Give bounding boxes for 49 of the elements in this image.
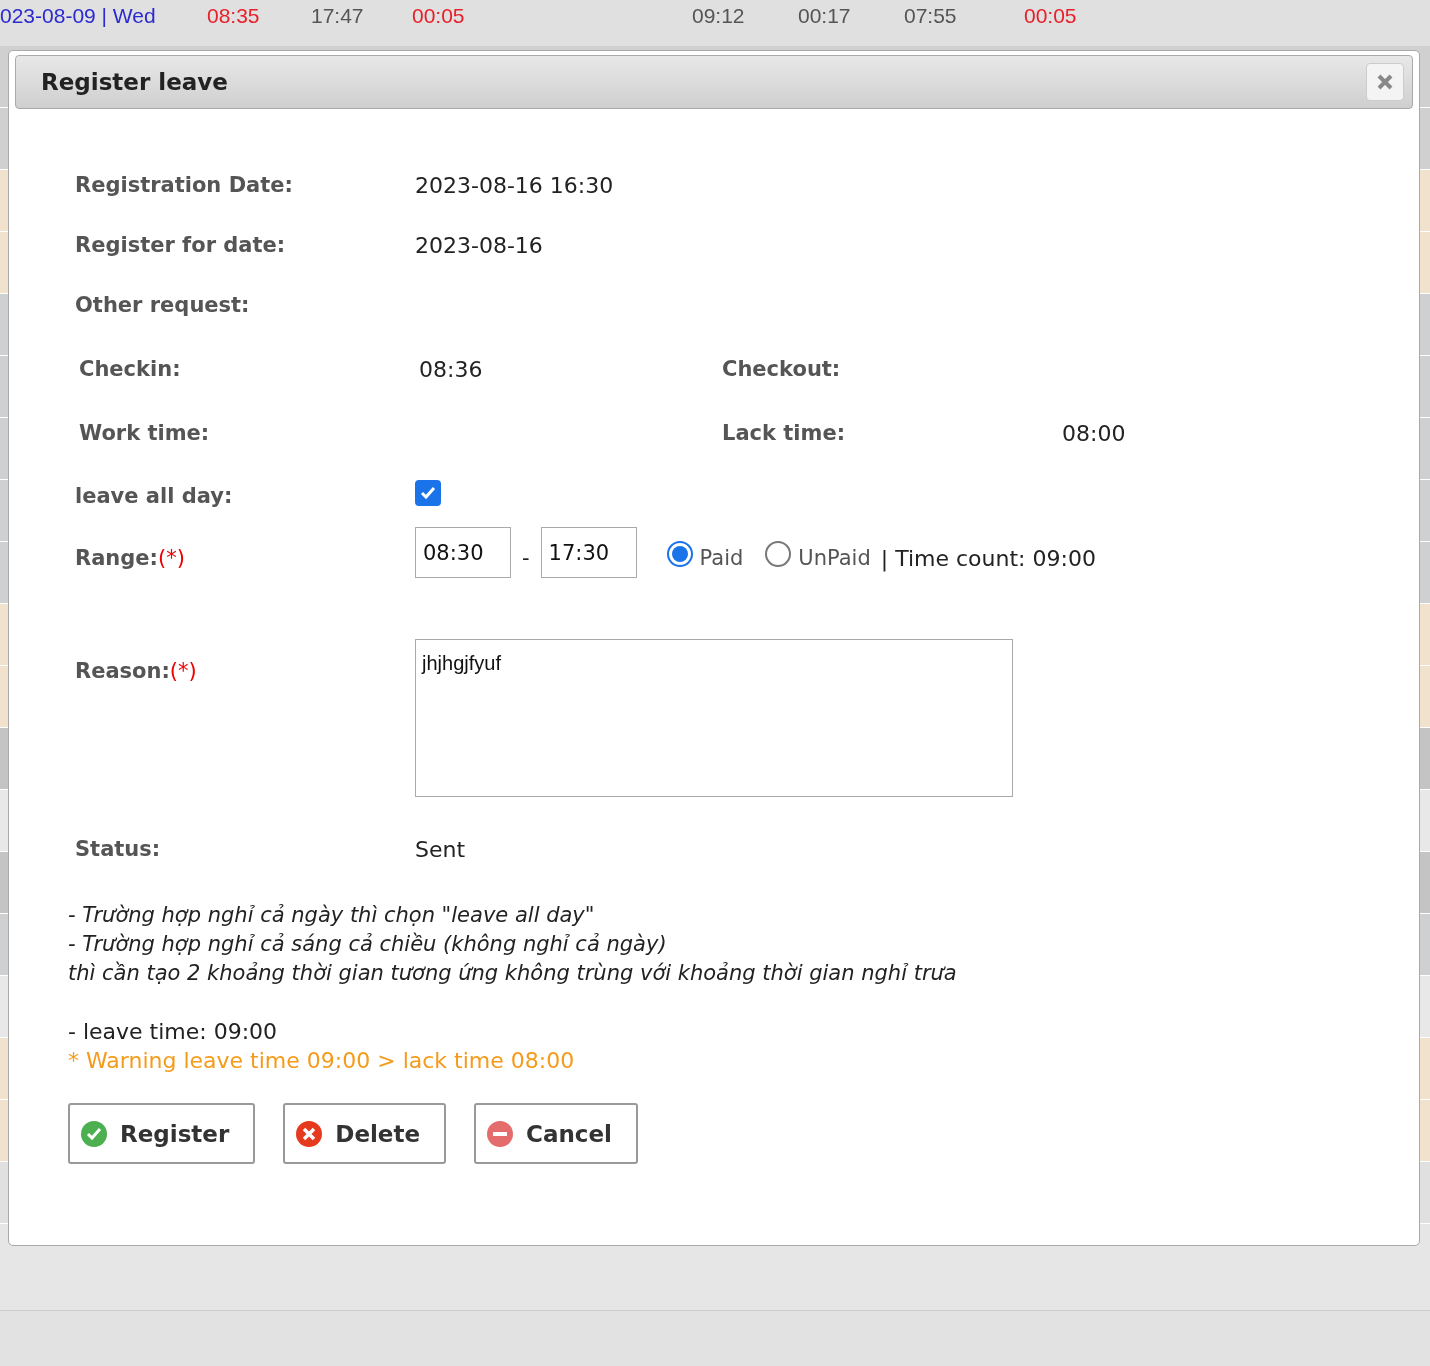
time-cell-text: 00:05: [412, 4, 466, 28]
close-button[interactable]: [1366, 63, 1404, 101]
time-cell-text: 00:17: [798, 4, 852, 28]
action-button[interactable]: Cancel: [474, 1103, 638, 1164]
reason-field[interactable]: jhjhgjfyuf: [415, 639, 1013, 797]
field-label: Reason:(*): [75, 659, 198, 683]
range-separator: -: [522, 546, 530, 570]
field-label: Checkin:: [79, 357, 182, 381]
minus-circle-icon: [486, 1119, 515, 1148]
time-cell-text: 17:47: [311, 4, 365, 28]
action-button[interactable]: Delete: [283, 1103, 447, 1164]
date-text: 023-08-09 | Wed: [0, 4, 157, 28]
field-label: Register for date:: [75, 233, 287, 257]
field-label: leave all day:: [75, 484, 234, 508]
field-value: Sent: [415, 837, 466, 862]
note-text: - Trường hợp nghỉ cả ngày thì chọn "leave all day": [68, 902, 596, 929]
close-icon: [1376, 73, 1394, 91]
field-label: Status:: [75, 837, 162, 861]
note-text: thì cần tạo 2 khoảng thời gian tương ứng không trùng với khoảng thời gian nghỉ trưa: [68, 960, 958, 987]
radio-label: UnPaid: [798, 546, 871, 570]
time-cell-text: 07:55: [904, 4, 958, 28]
time-cell-text: 08:35: [207, 4, 261, 28]
leave-time-text: - leave time: 09:00: [68, 1018, 279, 1046]
checkbox[interactable]: [415, 480, 441, 506]
field-value: 2023-08-16 16:30: [415, 173, 614, 198]
check-circle-icon: [80, 1119, 108, 1148]
radio-button[interactable]: [765, 541, 792, 567]
field-label: Other request:: [75, 293, 251, 317]
field-label: Work time:: [79, 421, 211, 445]
field-label: Checkout:: [722, 357, 842, 381]
x-circle-icon: [295, 1119, 324, 1148]
radio-label: Paid: [699, 546, 744, 570]
field-value: 2023-08-16: [415, 233, 543, 258]
field-label: Registration Date:: [75, 173, 294, 197]
note-text: - Trường hợp nghỉ cả sáng cả chiều (không nghỉ cả ngày): [68, 931, 668, 958]
checkmark-icon: [419, 484, 437, 502]
action-button[interactable]: Register: [68, 1103, 256, 1164]
time-cell-text: 09:12: [692, 4, 746, 28]
warning-text: * Warning leave time 09:00 > lack time 08:00: [68, 1047, 576, 1075]
start-time-field[interactable]: 08:30: [415, 527, 511, 578]
dialog-title: Register leave: [41, 69, 228, 95]
time-count: | Time count: 09:00: [880, 546, 1096, 571]
field-label: Lack time:: [722, 421, 847, 445]
field-value: 08:00: [1062, 421, 1126, 446]
radio-button[interactable]: [666, 541, 693, 567]
field-value: 08:36: [419, 357, 484, 382]
field-label: Range:(*): [75, 546, 186, 570]
end-time-field[interactable]: 17:30: [540, 527, 637, 578]
time-cell-text: 00:05: [1024, 4, 1078, 28]
